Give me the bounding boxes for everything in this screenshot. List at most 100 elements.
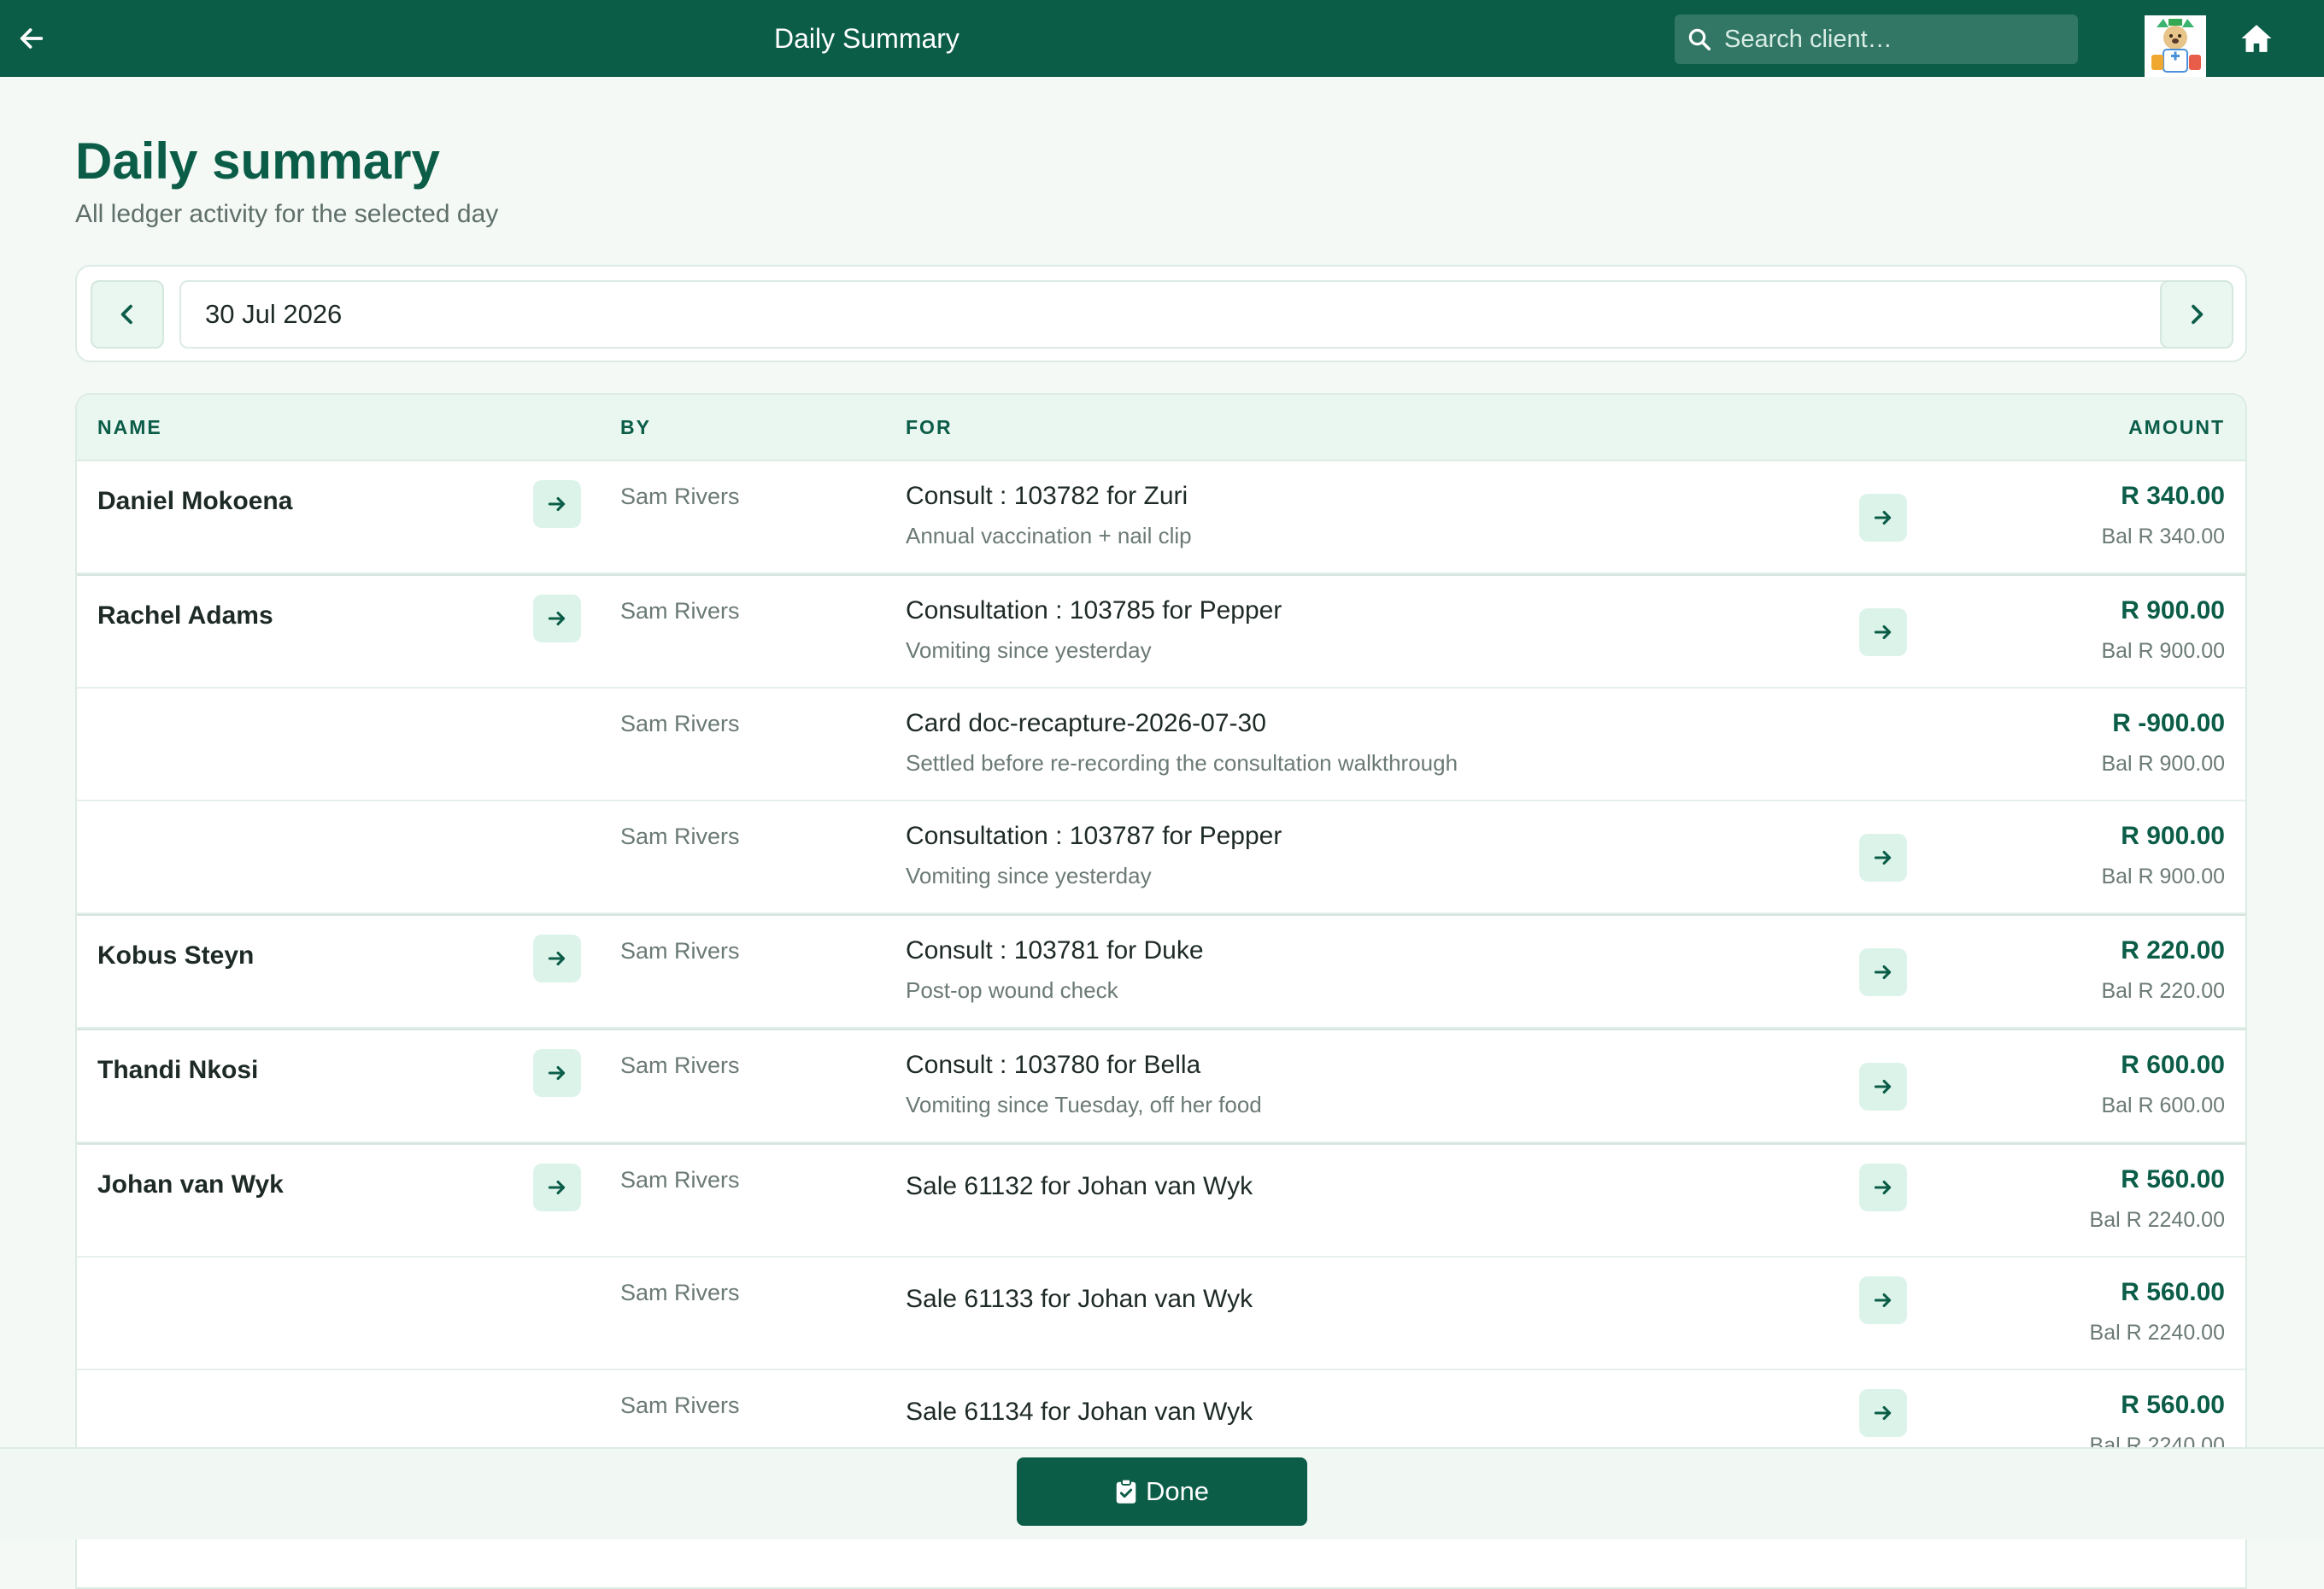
table-header: NAME BY FOR AMOUNT	[77, 395, 2245, 461]
clipboard-check-icon	[1116, 1479, 1136, 1504]
entered-by: Sam Rivers	[620, 1052, 740, 1078]
ledger-table: NAME BY FOR AMOUNT Daniel Mokoena Sam Ri…	[75, 393, 2247, 1589]
column-header-name: NAME	[97, 416, 162, 438]
open-entry-button[interactable]	[1859, 1063, 1907, 1111]
client-name: Johan van Wyk	[97, 1170, 284, 1199]
running-balance: Bal R 2240.00	[2089, 1208, 2225, 1232]
entered-by: Sam Rivers	[620, 484, 740, 509]
entry-amount: R 340.00	[2121, 482, 2225, 510]
arrow-right-icon	[1874, 1405, 1892, 1421]
arrow-right-icon	[548, 611, 566, 626]
entry-amount: R 900.00	[2121, 596, 2225, 624]
open-entry-button[interactable]	[1859, 608, 1907, 656]
entry-amount: R 900.00	[2121, 822, 2225, 850]
entry-amount: R 560.00	[2121, 1278, 2225, 1306]
client-name: Kobus Steyn	[97, 941, 255, 970]
entry-title: Sale 61133 for Johan van Wyk	[906, 1285, 1253, 1313]
column-header-for: FOR	[906, 416, 953, 438]
search-input[interactable]	[1722, 17, 2068, 62]
entry-note: Annual vaccination + nail clip	[906, 523, 1192, 548]
arrow-right-icon	[1874, 510, 1892, 525]
next-day-button[interactable]	[2160, 280, 2233, 349]
selected-date: 30 Jul 2026	[205, 299, 343, 329]
running-balance: Bal R 900.00	[2101, 639, 2225, 663]
top-app-bar: Daily Summary	[0, 0, 2324, 77]
arrow-right-icon	[1874, 1180, 1892, 1195]
page-title: Daily summary	[75, 132, 440, 190]
entry-amount: R 220.00	[2121, 936, 2225, 965]
running-balance: Bal R 900.00	[2101, 865, 2225, 888]
entry-note: Settled before re-recording the consulta…	[906, 750, 1458, 776]
entry-title: Consult : 103782 for Zuri	[906, 482, 1188, 510]
back-button[interactable]	[12, 19, 51, 58]
entry-amount: R 560.00	[2121, 1391, 2225, 1419]
entry-amount: R -900.00	[2112, 709, 2225, 737]
open-entry-button[interactable]	[1859, 1276, 1907, 1324]
open-client-button[interactable]	[533, 1049, 581, 1097]
client-name: Thandi Nkosi	[97, 1056, 259, 1084]
table-row: Rachel Adams Sam Rivers Consultation : 1…	[77, 574, 2245, 689]
open-client-button[interactable]	[533, 935, 581, 982]
entry-note: Vomiting since yesterday	[906, 637, 1152, 663]
entry-title: Sale 61134 for Johan van Wyk	[906, 1398, 1253, 1426]
entered-by: Sam Rivers	[620, 1167, 740, 1193]
open-entry-button[interactable]	[1859, 1389, 1907, 1437]
entered-by: Sam Rivers	[620, 824, 740, 849]
running-balance: Bal R 220.00	[2101, 979, 2225, 1003]
client-search[interactable]	[1675, 15, 2078, 64]
table-row: Sam Rivers Consultation : 103787 for Pep…	[77, 801, 2245, 914]
date-input[interactable]: 30 Jul 2026	[179, 280, 2221, 349]
arrow-left-icon	[20, 28, 44, 49]
arrow-right-icon	[1874, 1079, 1892, 1094]
open-entry-button[interactable]	[1859, 948, 1907, 996]
arrow-right-icon	[1874, 624, 1892, 640]
arrow-right-icon	[1874, 965, 1892, 980]
previous-day-button[interactable]	[91, 280, 164, 349]
bottom-action-bar: Done	[0, 1447, 2324, 1539]
table-row: Sam Rivers Card doc-recapture-2026-07-30…	[77, 689, 2245, 801]
search-icon	[1688, 28, 1711, 50]
page-subtitle: All ledger activity for the selected day	[75, 200, 499, 228]
open-client-button[interactable]	[533, 595, 581, 642]
open-client-button[interactable]	[533, 480, 581, 528]
arrow-right-icon	[548, 496, 566, 512]
date-selector: 30 Jul 2026	[75, 265, 2247, 362]
entry-title: Consultation : 103785 for Pepper	[906, 596, 1282, 624]
entry-title: Consult : 103780 for Bella	[906, 1051, 1201, 1079]
arrow-right-icon	[548, 951, 566, 966]
entry-title: Sale 61132 for Johan van Wyk	[906, 1172, 1253, 1200]
entered-by: Sam Rivers	[620, 1280, 740, 1305]
chevron-right-icon	[2192, 304, 2204, 325]
entered-by: Sam Rivers	[620, 1393, 740, 1418]
open-entry-button[interactable]	[1859, 494, 1907, 542]
running-balance: Bal R 2240.00	[2089, 1321, 2225, 1345]
arrow-right-icon	[548, 1065, 566, 1081]
running-balance: Bal R 600.00	[2101, 1094, 2225, 1117]
table-row: Daniel Mokoena Sam Rivers Consult : 1037…	[77, 461, 2245, 574]
entry-title: Card doc-recapture-2026-07-30	[906, 709, 1266, 737]
open-entry-button[interactable]	[1859, 1164, 1907, 1211]
client-name: Rachel Adams	[97, 601, 273, 630]
table-row: Thandi Nkosi Sam Rivers Consult : 103780…	[77, 1029, 2245, 1143]
open-client-button[interactable]	[533, 1164, 581, 1211]
entry-note: Post-op wound check	[906, 977, 1118, 1003]
home-icon	[2241, 25, 2272, 52]
done-label: Done	[1145, 1476, 1210, 1506]
clinic-logo[interactable]	[2145, 15, 2206, 77]
entered-by: Sam Rivers	[620, 598, 740, 624]
entered-by: Sam Rivers	[620, 938, 740, 964]
arrow-right-icon	[1874, 1293, 1892, 1308]
entry-amount: R 600.00	[2121, 1051, 2225, 1079]
arrow-right-icon	[548, 1180, 566, 1195]
entry-note: Vomiting since Tuesday, off her food	[906, 1092, 1262, 1117]
column-header-by: BY	[620, 416, 651, 438]
chevron-left-icon	[120, 304, 132, 325]
entered-by: Sam Rivers	[620, 711, 740, 736]
open-entry-button[interactable]	[1859, 834, 1907, 882]
entry-title: Consult : 103781 for Duke	[906, 936, 1204, 965]
table-row: Johan van Wyk Sam Rivers Sale 61132 for …	[77, 1143, 2245, 1258]
home-button[interactable]	[2237, 19, 2276, 58]
running-balance: Bal R 340.00	[2101, 525, 2225, 548]
app-title: Daily Summary	[774, 23, 960, 54]
done-button[interactable]: Done	[1017, 1457, 1307, 1526]
